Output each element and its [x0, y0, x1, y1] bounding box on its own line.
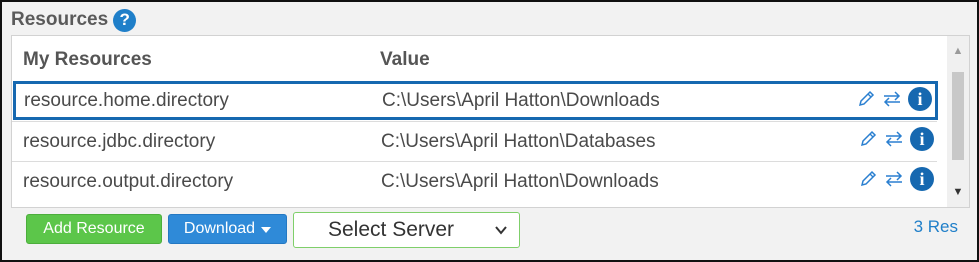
resource-name: resource.jdbc.directory — [23, 131, 216, 152]
table-row[interactable]: resource.jdbc.directory C:\Users\April H… — [12, 121, 937, 161]
chevron-down-icon — [493, 222, 509, 243]
table-row[interactable]: resource.output.directory C:\Users\April… — [12, 161, 937, 201]
resource-value: C:\Users\April Hatton\Databases — [381, 131, 656, 152]
swap-icon[interactable] — [881, 89, 903, 109]
question-circle-icon[interactable]: ? — [113, 8, 137, 32]
vertical-scrollbar[interactable]: ▲ ▼ — [947, 36, 969, 207]
add-resource-button[interactable]: Add Resource — [26, 214, 162, 244]
row-actions: i — [858, 167, 934, 191]
scrollbar-thumb[interactable] — [952, 72, 964, 160]
resource-value: C:\Users\April Hatton\Downloads — [382, 90, 660, 111]
resources-panel: Resources ? My Resources Value resource.… — [0, 0, 979, 262]
resource-count: 3 Res — [913, 217, 958, 236]
caret-down-icon — [261, 227, 272, 233]
pencil-icon[interactable] — [856, 89, 876, 109]
resource-name: resource.output.directory — [23, 171, 234, 192]
info-icon[interactable]: i — [910, 127, 934, 151]
column-header-value[interactable]: Value — [380, 49, 430, 71]
resource-value: C:\Users\April Hatton\Downloads — [381, 171, 659, 192]
scroll-down-arrow-icon[interactable]: ▼ — [947, 181, 969, 203]
info-icon[interactable]: i — [908, 87, 932, 111]
row-actions: i — [856, 87, 932, 111]
column-header-my-resources[interactable]: My Resources — [23, 49, 152, 71]
download-label: Download — [183, 220, 256, 237]
pencil-icon[interactable] — [858, 129, 878, 149]
swap-icon[interactable] — [883, 129, 905, 149]
swap-icon[interactable] — [883, 169, 905, 189]
server-select[interactable]: Select Server — [293, 212, 520, 248]
pencil-icon[interactable] — [858, 169, 878, 189]
add-resource-label: Add Resource — [43, 220, 145, 237]
server-select-value: Select Server — [328, 218, 455, 241]
scroll-up-arrow-icon[interactable]: ▲ — [947, 40, 969, 62]
panel-title: Resources — [11, 9, 109, 30]
table-header: My Resources Value — [12, 36, 937, 82]
download-button[interactable]: Download — [168, 214, 287, 244]
resources-table: My Resources Value resource.home.directo… — [11, 35, 970, 208]
panel-title-bar: Resources ? — [11, 7, 137, 33]
row-actions: i — [858, 127, 934, 151]
info-icon[interactable]: i — [910, 167, 934, 191]
table-row[interactable]: resource.home.directory C:\Users\April H… — [13, 81, 938, 120]
resource-name: resource.home.directory — [24, 90, 229, 111]
